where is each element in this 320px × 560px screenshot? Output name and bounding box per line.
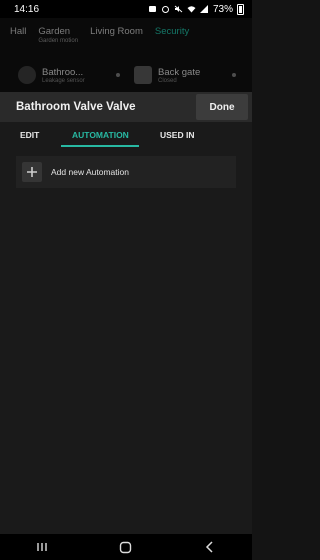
- battery-percent: 73%: [212, 3, 233, 15]
- device-sheet: Bathroom Valve Valve Done EDIT AUTOMATIO…: [0, 92, 252, 534]
- wifi-icon: [187, 6, 196, 13]
- plus-icon: [22, 162, 42, 182]
- add-automation-label: Add new Automation: [51, 167, 129, 177]
- battery-icon: [237, 3, 244, 15]
- system-nav-bar: [0, 534, 252, 560]
- sheet-header: Bathroom Valve Valve Done: [0, 92, 252, 122]
- recent-apps-icon[interactable]: [36, 541, 48, 553]
- mute-icon: [174, 5, 183, 13]
- add-automation-button[interactable]: Add new Automation: [16, 156, 236, 188]
- home-icon[interactable]: [119, 541, 132, 554]
- status-bar: 14:16 73%: [0, 0, 252, 18]
- tab-automation[interactable]: AUTOMATION: [72, 130, 129, 140]
- tab-edit[interactable]: EDIT: [20, 130, 39, 140]
- signal-icon: [199, 5, 208, 13]
- status-time: 14:16: [14, 3, 40, 15]
- active-tab-indicator: [61, 145, 139, 147]
- tab-used-in[interactable]: USED IN: [160, 130, 194, 140]
- notification-icon: [148, 6, 156, 12]
- sheet-title: Bathroom Valve Valve: [16, 101, 136, 113]
- status-icons: 73%: [148, 3, 244, 15]
- back-icon[interactable]: [204, 541, 216, 553]
- done-button[interactable]: Done: [196, 94, 248, 120]
- alarm-icon: [161, 6, 169, 13]
